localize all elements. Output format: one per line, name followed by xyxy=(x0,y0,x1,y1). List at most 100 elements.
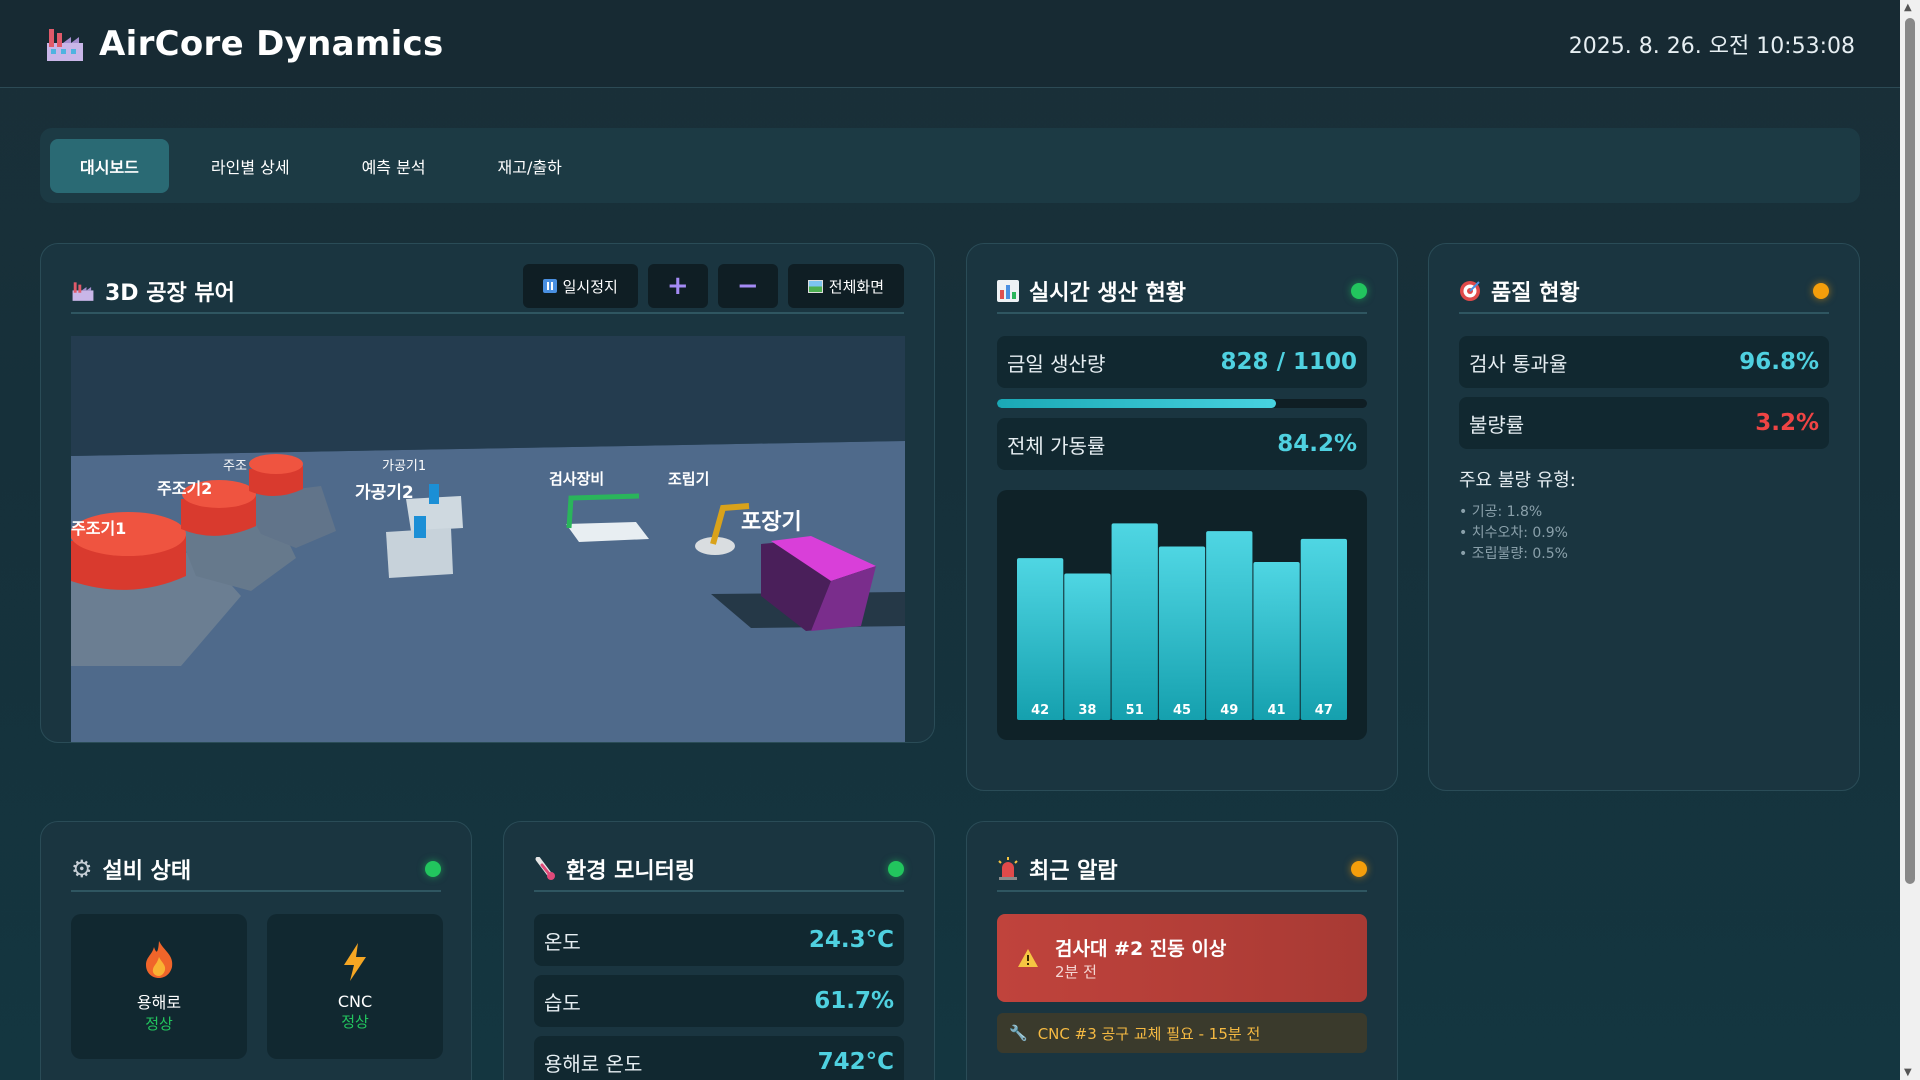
page-scrollbar[interactable]: ▲ ▼ xyxy=(1900,0,1920,1080)
image-icon xyxy=(807,279,823,293)
furnace-temp-value: 742°C xyxy=(817,1049,894,1075)
temperature-value: 24.3°C xyxy=(808,927,894,953)
pause-icon xyxy=(542,279,557,293)
casting-machine-3 xyxy=(249,454,303,497)
bar-5 xyxy=(1253,561,1300,720)
bar-0 xyxy=(1017,558,1064,720)
factory-backwall xyxy=(71,336,905,456)
datetime-display: 2025. 8. 26. 오전 10:53:08 xyxy=(1568,33,1855,59)
target-icon xyxy=(1460,281,1480,301)
warning-alarm[interactable]: 🔧 CNC #3 공구 교체 필요 - 15분 전 xyxy=(997,1013,1367,1053)
production-bar-chart: 42 38 51 45 49 41 47 xyxy=(1017,523,1347,720)
tab-prediction[interactable]: 예측 분석 xyxy=(332,139,456,193)
humidity-row: 습도 61.7% xyxy=(534,975,904,1027)
uptime-label: 전체 가동률 xyxy=(1007,433,1106,458)
bar-value-label-1: 38 xyxy=(1078,703,1096,718)
factory-3d-canvas[interactable]: 주조기1 주조기2 주조 가공기1 가공기2 검사장비 조립기 포장기 xyxy=(71,336,905,742)
pass-rate-row: 검사 통과율 96.8% xyxy=(1459,336,1829,388)
scroll-up-arrow[interactable]: ▲ xyxy=(1904,2,1912,13)
bar-4 xyxy=(1206,531,1253,720)
temperature-label: 온도 xyxy=(544,929,581,954)
uptime-row: 전체 가동률 84.2% xyxy=(997,418,1367,470)
production-card: 실시간 생산 현황 금일 생산량 828 / 1100 전체 가동률 84.2%… xyxy=(966,243,1398,791)
tab-line-detail[interactable]: 라인별 상세 xyxy=(181,139,320,193)
bar-value-label-5: 41 xyxy=(1268,703,1286,718)
wrench-icon: 🔧 xyxy=(1009,1024,1028,1042)
equipment-name: CNC xyxy=(337,991,373,1011)
defect-rate-row: 불량률 3.2% xyxy=(1459,397,1829,449)
warning-icon xyxy=(1018,949,1038,967)
defect-type-item: • 조립불량: 0.5% xyxy=(1459,546,1568,562)
brand: AirCore Dynamics xyxy=(45,24,444,64)
zoom-out-button[interactable]: − xyxy=(717,264,778,308)
defect-rate-label: 불량률 xyxy=(1469,412,1525,437)
bar-value-label-3: 45 xyxy=(1173,703,1191,718)
fullscreen-button[interactable]: 전체화면 xyxy=(787,264,904,308)
defect-types-title: 주요 불량 유형: xyxy=(1459,470,1576,491)
scene-label-casting2: 주조기2 xyxy=(157,479,212,498)
furnace-temp-row: 용해로 온도 742°C xyxy=(534,1036,904,1080)
defect-type-item: • 기공: 1.8% xyxy=(1459,504,1543,520)
temperature-row: 온도 24.3°C xyxy=(534,914,904,966)
alarms-status-dot xyxy=(1351,861,1367,877)
alarm-title: 검사대 #2 진동 이상 xyxy=(1055,938,1227,960)
bar-value-label-0: 42 xyxy=(1031,703,1049,718)
viewer-controls: 일시정지 + − 전체화면 xyxy=(522,264,904,308)
daily-production-label: 금일 생산량 xyxy=(1007,351,1106,376)
equipment-title: 설비 상태 xyxy=(102,859,192,884)
scene-label-machining1: 가공기1 xyxy=(382,459,426,474)
app-title: AirCore Dynamics xyxy=(99,23,444,64)
environment-card: 환경 모니터링 온도 24.3°C 습도 61.7% 용해로 온도 742°C xyxy=(503,821,935,1080)
scrollbar-thumb[interactable] xyxy=(1905,18,1915,884)
main-tabs: 대시보드 라인별 상세 예측 분석 재고/출하 xyxy=(40,128,1860,203)
equipment-name: 용해로 xyxy=(136,993,182,1012)
bar-6 xyxy=(1300,538,1347,720)
scene-label-casting3: 주조 xyxy=(223,459,247,474)
equipment-item-furnace[interactable]: 용해로 정상 xyxy=(71,914,247,1059)
equipment-status: 정상 xyxy=(341,1012,369,1031)
humidity-value: 61.7% xyxy=(814,988,894,1014)
equipment-status: 정상 xyxy=(145,1015,173,1033)
equipment-header: ⚙ 설비 상태 xyxy=(71,848,441,892)
pause-label: 일시정지 xyxy=(562,277,618,296)
factory-viewer-card: 3D 공장 뷰어 일시정지 + − 전체화면 주조기1 주조기2 주조 가공기1… xyxy=(40,243,935,743)
scroll-down-arrow[interactable]: ▼ xyxy=(1904,1067,1912,1078)
production-header: 실시간 생산 현황 xyxy=(997,270,1367,314)
equipment-status-dot xyxy=(425,861,441,877)
quality-status-dot xyxy=(1813,283,1829,299)
bar-3 xyxy=(1158,546,1206,720)
defect-types: 주요 불량 유형: • 기공: 1.8% • 치수오차: 0.9% • 조립불량… xyxy=(1459,466,1576,565)
factory-scene: 주조기1 주조기2 주조 가공기1 가공기2 검사장비 조립기 포장기 xyxy=(71,336,905,742)
zoom-in-button[interactable]: + xyxy=(647,264,708,308)
environment-title: 환경 모니터링 xyxy=(566,859,696,884)
equipment-card: ⚙ 설비 상태 용해로 정상 CNC 정상 xyxy=(40,821,472,1080)
environment-header: 환경 모니터링 xyxy=(534,848,904,892)
furnace-temp-label: 용해로 온도 xyxy=(544,1051,643,1076)
bar-value-label-6: 47 xyxy=(1315,703,1333,718)
production-progress-bar xyxy=(997,399,1367,408)
daily-production-row: 금일 생산량 828 / 1100 xyxy=(997,336,1367,388)
production-progress-fill xyxy=(997,399,1276,408)
hourly-production-chart: 42 38 51 45 49 41 47 xyxy=(997,490,1367,740)
alarms-title: 최근 알람 xyxy=(1029,859,1118,884)
factory-viewer-title: 3D 공장 뷰어 xyxy=(105,281,235,306)
quality-card: 품질 현황 검사 통과율 96.8% 불량률 3.2% 주요 불량 유형: • … xyxy=(1428,243,1860,791)
scene-label-packaging: 포장기 xyxy=(741,510,802,535)
pause-button[interactable]: 일시정지 xyxy=(522,264,638,308)
lightning-icon xyxy=(344,942,366,981)
tab-dashboard[interactable]: 대시보드 xyxy=(50,138,169,193)
scene-label-machining2: 가공기2 xyxy=(355,483,414,503)
factory-viewer-header: 3D 공장 뷰어 일시정지 + − 전체화면 xyxy=(71,264,904,314)
bar-chart-icon xyxy=(997,280,1019,302)
critical-alarm[interactable]: 검사대 #2 진동 이상 2분 전 xyxy=(997,914,1367,1002)
environment-status-dot xyxy=(888,861,904,877)
production-status-dot xyxy=(1351,283,1367,299)
gear-icon: ⚙ xyxy=(71,855,93,883)
tab-inventory[interactable]: 재고/출하 xyxy=(468,139,592,193)
daily-production-value: 828 / 1100 xyxy=(1220,349,1357,375)
quality-title: 품질 현황 xyxy=(1491,281,1580,306)
siren-icon xyxy=(998,857,1018,880)
bar-value-label-2: 51 xyxy=(1126,703,1144,718)
uptime-value: 84.2% xyxy=(1277,431,1357,457)
equipment-item-cnc[interactable]: CNC 정상 xyxy=(267,914,443,1059)
